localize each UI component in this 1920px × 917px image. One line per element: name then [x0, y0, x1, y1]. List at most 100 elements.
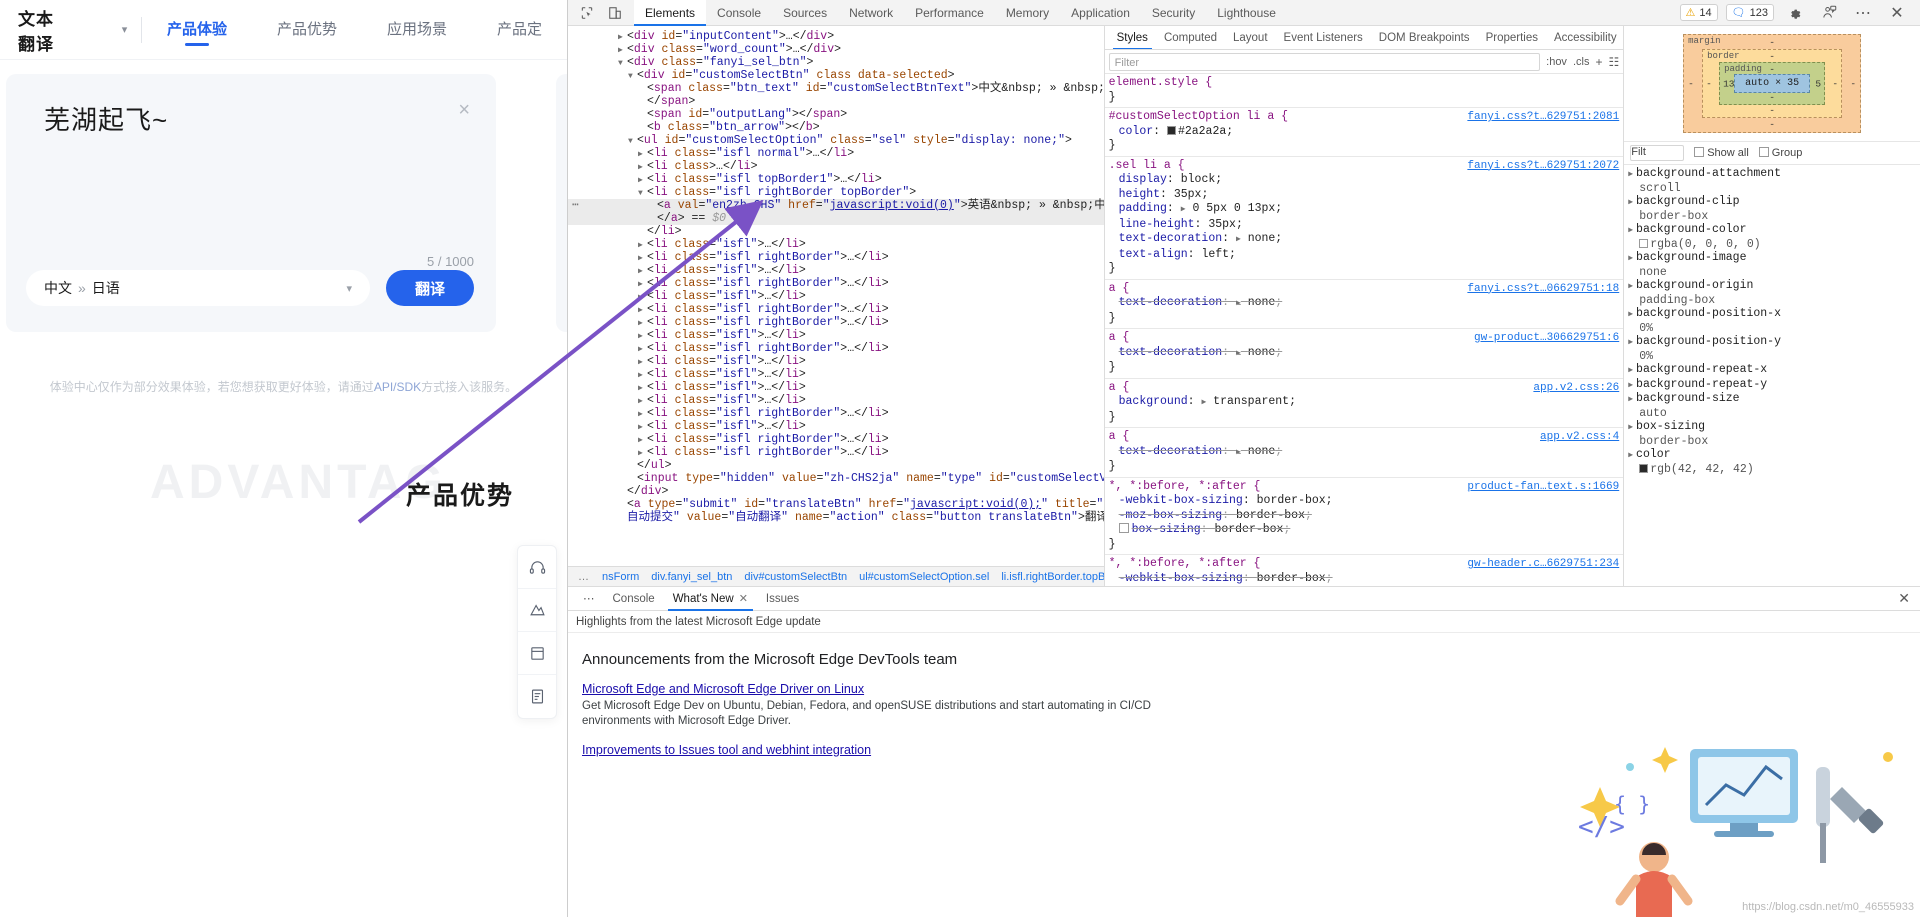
- expand-triangle-icon[interactable]: ▶: [1628, 170, 1633, 179]
- css-declaration[interactable]: text-decoration: ▶ none;: [1109, 346, 1620, 362]
- breadcrumb-item[interactable]: div.fanyi_sel_btn: [645, 571, 738, 583]
- tab-computed[interactable]: Computed: [1156, 26, 1225, 49]
- css-selector[interactable]: element.style {: [1109, 76, 1620, 91]
- tab-console[interactable]: Console: [706, 0, 772, 26]
- more-options-icon[interactable]: ⋯: [1850, 2, 1876, 24]
- css-declaration[interactable]: line-height: 35px;: [1109, 218, 1620, 233]
- nav-tab-application-scenario[interactable]: 应用场景: [362, 0, 472, 60]
- tab-properties[interactable]: Properties: [1478, 26, 1546, 49]
- css-declaration[interactable]: box-sizing: border-box;: [1109, 523, 1620, 538]
- tab-network[interactable]: Network: [838, 0, 904, 26]
- computed-property[interactable]: ▶ background-origin padding-box: [1628, 279, 1920, 307]
- dom-node-line[interactable]: ▶ <li class="isfl rightBorder">…</li>: [568, 251, 1104, 264]
- dom-node-line[interactable]: ⋯ <a val="en2zh-CHS" href="javascript:voi…: [568, 199, 1104, 212]
- css-declaration[interactable]: color: #2a2a2a;: [1109, 125, 1620, 140]
- css-property-name[interactable]: -webkit-box-sizing: [1119, 494, 1243, 507]
- css-property-value[interactable]: none: [1248, 296, 1276, 309]
- css-rule-origin[interactable]: app.v2.css:26: [1533, 381, 1619, 396]
- css-rule[interactable]: gw-header.c…6629751:234 *, *:before, *:af…: [1105, 555, 1624, 586]
- drawer-tab-console[interactable]: Console: [604, 587, 664, 611]
- css-property-value[interactable]: block: [1181, 173, 1216, 186]
- css-property-name[interactable]: text-decoration: [1119, 232, 1223, 245]
- expand-triangle-icon[interactable]: ▶: [1628, 310, 1633, 319]
- css-property-value[interactable]: 0 5px 0 13px: [1192, 202, 1275, 215]
- tab-performance[interactable]: Performance: [904, 0, 995, 26]
- tab-application[interactable]: Application: [1060, 0, 1141, 26]
- css-rule[interactable]: fanyi.css?t…629751:2081 #customSelectOpti…: [1104, 108, 1624, 157]
- book-icon[interactable]: [518, 632, 556, 675]
- drawer-tab-issues[interactable]: Issues: [757, 587, 808, 611]
- expand-triangle-icon[interactable]: ▶: [1628, 254, 1633, 263]
- expand-shorthand-icon[interactable]: ▶: [1236, 299, 1241, 308]
- headset-icon[interactable]: [518, 546, 556, 589]
- css-property-value[interactable]: left: [1201, 248, 1229, 261]
- css-rule-origin[interactable]: gw-product…306629751:6: [1474, 331, 1619, 346]
- css-property-value[interactable]: none: [1248, 445, 1276, 458]
- expand-triangle-icon[interactable]: ▶: [1628, 423, 1633, 432]
- dom-node-line[interactable]: ▶ <li class="isfl">…</li>: [568, 264, 1104, 277]
- chevron-down-icon[interactable]: ▾: [122, 23, 128, 36]
- toggle-element-state-icon[interactable]: ☷: [1608, 55, 1619, 69]
- tab-sources[interactable]: Sources: [772, 0, 838, 26]
- box-model-border[interactable]: border - - - - padding - 5 - 13 auto × 3…: [1702, 49, 1843, 118]
- css-property-value[interactable]: border-box: [1236, 509, 1305, 522]
- dom-node-line[interactable]: ▼ <ul id="customSelectOption" class="sel"…: [568, 134, 1104, 147]
- source-text-value[interactable]: 芜湖起飞~: [44, 100, 168, 137]
- dom-node-line[interactable]: ▶ <li class="isfl">…</li>: [568, 355, 1104, 368]
- tab-lighthouse[interactable]: Lighthouse: [1206, 0, 1287, 26]
- css-property-value[interactable]: 35px: [1174, 188, 1202, 201]
- dom-node-line[interactable]: ▶ <div class="word_count">…</div>: [568, 43, 1104, 56]
- css-property-value[interactable]: transparent: [1213, 395, 1289, 408]
- css-property-name[interactable]: padding: [1119, 202, 1167, 215]
- styles-filter-input[interactable]: Filter: [1108, 52, 1541, 71]
- css-declaration[interactable]: -moz-box-sizing: border-box;: [1109, 509, 1620, 524]
- dom-node-line[interactable]: </ul>: [568, 459, 1104, 472]
- css-property-name[interactable]: text-align: [1119, 248, 1188, 261]
- dom-node-line[interactable]: ▶ <li class="isfl">…</li>: [568, 238, 1104, 251]
- dom-node-line[interactable]: ▶ <li class="isfl topBorder1">…</li>: [568, 173, 1104, 186]
- computed-property[interactable]: ▶ background-repeat-y: [1628, 378, 1920, 393]
- css-declaration[interactable]: text-align: left;: [1109, 248, 1620, 263]
- dom-node-line[interactable]: ▼ <div class="fanyi_sel_btn">: [568, 56, 1104, 69]
- css-declaration[interactable]: text-decoration: ▶ none;: [1109, 232, 1620, 248]
- css-declaration[interactable]: text-decoration: ▶ none;: [1109, 445, 1620, 461]
- drawer-close-icon[interactable]: ✕: [1898, 590, 1914, 607]
- expand-shorthand-icon[interactable]: ▶: [1236, 349, 1241, 358]
- css-property-value[interactable]: none: [1248, 232, 1276, 245]
- css-declaration-checkbox[interactable]: [1118, 523, 1129, 533]
- document-edit-icon[interactable]: [518, 675, 556, 718]
- computed-property[interactable]: ▶ background-repeat-x: [1628, 363, 1920, 378]
- css-rule-origin[interactable]: product-fan…text.s:1669: [1467, 480, 1619, 495]
- computed-property[interactable]: ▶ background-position-x 0%: [1628, 307, 1920, 335]
- css-property-name[interactable]: -moz-box-sizing: [1119, 509, 1223, 522]
- css-rule[interactable]: gw-product…306629751:6 a {text-decoration…: [1104, 329, 1624, 379]
- css-property-value[interactable]: none: [1248, 346, 1276, 359]
- css-property-value[interactable]: border-box: [1257, 494, 1326, 507]
- css-property-name[interactable]: -webkit-box-sizing: [1119, 572, 1243, 585]
- css-declaration[interactable]: padding: ▶ 0 5px 0 13px;: [1109, 202, 1620, 218]
- css-property-name[interactable]: height: [1119, 188, 1160, 201]
- dom-node-line[interactable]: <a type="submit" id="translateBtn" href=…: [568, 498, 1104, 511]
- close-icon[interactable]: ✕: [739, 587, 748, 611]
- tab-memory[interactable]: Memory: [995, 0, 1060, 26]
- dom-node-line[interactable]: ▶ <li class="isfl rightBorder">…</li>: [568, 277, 1104, 290]
- css-rule[interactable]: fanyi.css?t…06629751:18 a {text-decoratio…: [1104, 280, 1624, 329]
- expand-triangle-icon[interactable]: ▶: [1628, 338, 1633, 347]
- css-property-name[interactable]: display: [1119, 173, 1167, 186]
- dom-node-line[interactable]: ▶ <li class="isfl">…</li>: [568, 329, 1104, 342]
- drawer-tab-whats-new[interactable]: What's New ✕: [664, 587, 757, 611]
- nav-tab-product-advantage[interactable]: 产品优势: [252, 0, 362, 60]
- expand-triangle-icon[interactable]: ▶: [1628, 198, 1633, 207]
- css-rule-origin[interactable]: gw-header.c…6629751:234: [1467, 557, 1619, 572]
- whats-new-link-1[interactable]: Microsoft Edge and Microsoft Edge Driver…: [582, 682, 1906, 696]
- hov-toggle[interactable]: :hov: [1546, 56, 1567, 68]
- css-property-name[interactable]: line-height: [1119, 218, 1195, 231]
- dom-node-line[interactable]: ▶ <li class="isfl">…</li>: [568, 368, 1104, 381]
- dom-node-line[interactable]: ▼ <li class="isfl rightBorder topBorder">: [568, 186, 1104, 199]
- dom-node-line[interactable]: ▶ <li class="isfl">…</li>: [568, 420, 1104, 433]
- group-checkbox[interactable]: Group: [1758, 147, 1802, 159]
- dom-node-line[interactable]: ▶ <li class>…</li>: [568, 160, 1104, 173]
- expand-shorthand-icon[interactable]: ▶: [1236, 235, 1241, 244]
- language-pair-select[interactable]: 中文 » 日语 ▾: [26, 270, 370, 306]
- close-icon[interactable]: ×: [458, 100, 470, 120]
